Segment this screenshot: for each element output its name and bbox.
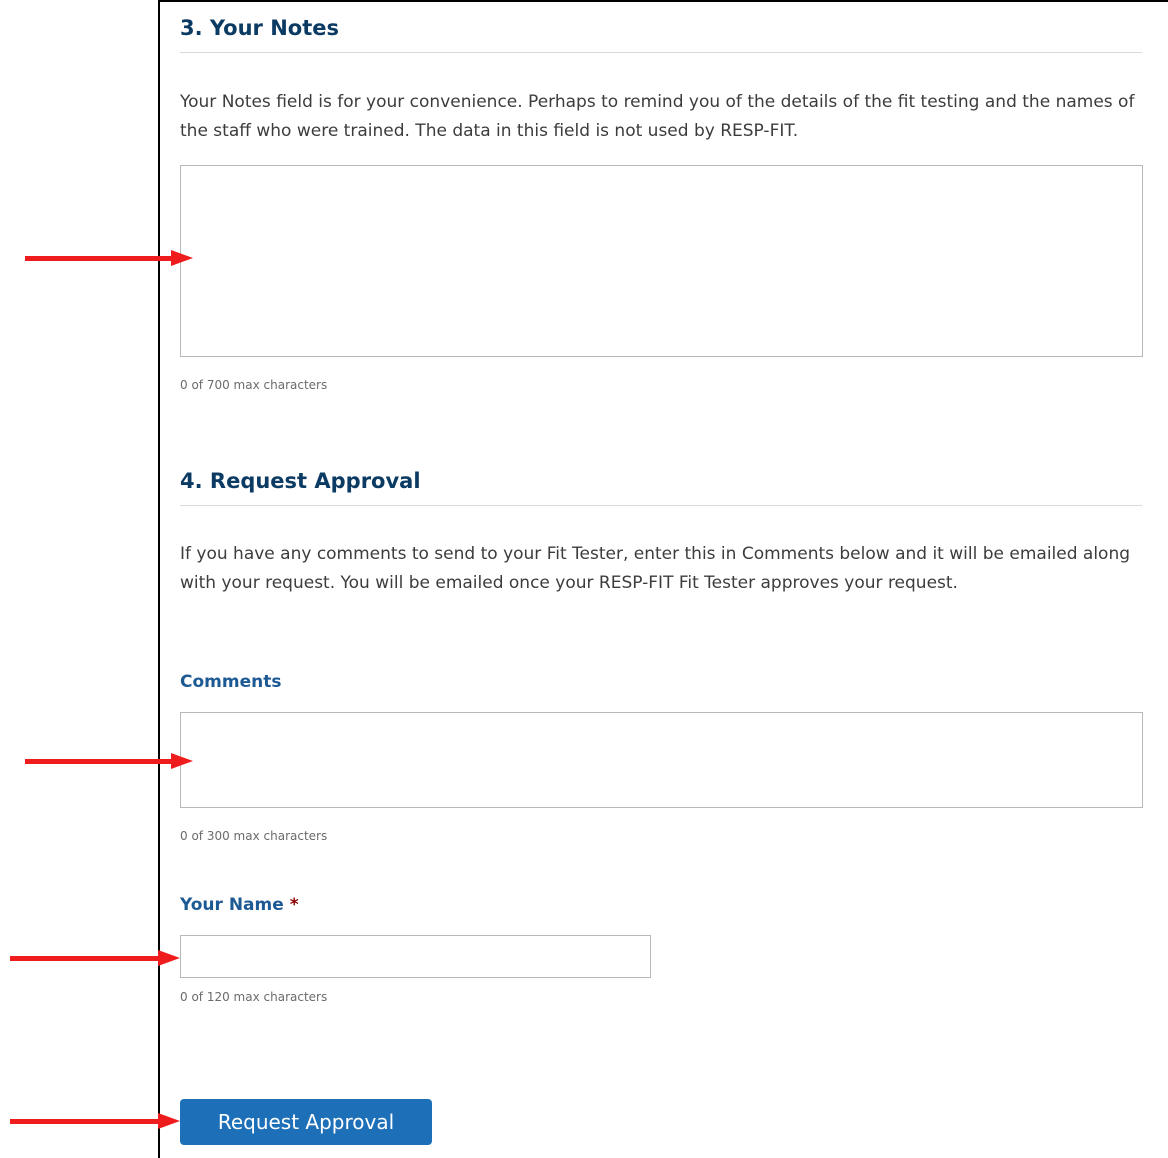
page: 3. Your Notes Your Notes field is for yo… [0,0,1168,1158]
your-name-character-counter: 0 of 120 max characters [180,990,328,1004]
your-name-input[interactable] [180,935,651,978]
notes-character-counter: 0 of 700 max characters [180,378,328,392]
approval-section-heading: 4. Request Approval [180,469,421,493]
required-asterisk: * [289,895,299,915]
red-arrow-right-icon [10,950,180,966]
red-arrow-right-icon [25,250,193,266]
approval-section-description: If you have any comments to send to your… [180,544,1131,593]
comments-character-counter: 0 of 300 max characters [180,829,328,843]
request-approval-button[interactable]: Request Approval [180,1099,432,1145]
notes-section-description: Your Notes field is for your convenience… [180,92,1135,141]
comments-textarea[interactable] [180,712,1143,808]
your-name-label: Your Name [180,895,284,915]
approval-section-divider [180,505,1142,506]
red-arrow-right-icon [25,753,193,769]
red-arrow-right-icon [10,1113,180,1129]
notes-section-divider [180,52,1142,53]
notes-textarea[interactable] [180,165,1143,357]
notes-section-heading: 3. Your Notes [180,16,340,40]
comments-label: Comments [180,672,282,692]
your-name-label-group: Your Name * [180,895,299,915]
